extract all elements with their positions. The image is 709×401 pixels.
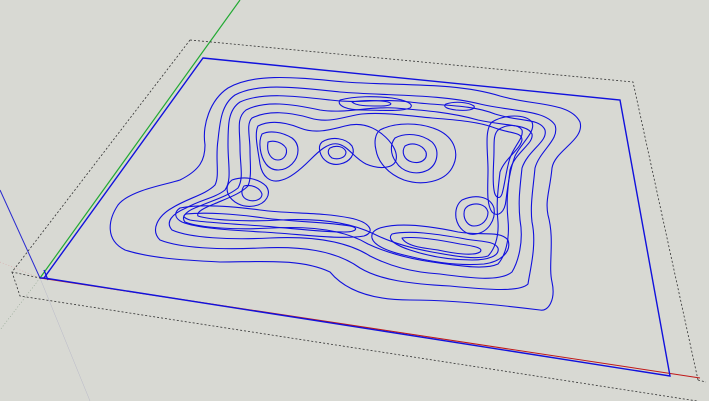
contour-line[interactable]: [259, 131, 299, 171]
contour-line[interactable]: [463, 203, 489, 227]
bbox-bottom-edge: [11, 271, 698, 401]
contour-line[interactable]: [182, 103, 533, 268]
blue-axis-guide: [39, 277, 91, 401]
contour-line[interactable]: [109, 76, 582, 311]
contour-line[interactable]: [183, 212, 357, 233]
contour-lines[interactable]: [109, 76, 582, 311]
contour-line[interactable]: [327, 145, 347, 160]
contour-line[interactable]: [226, 177, 269, 207]
bbox-right-corner: [697, 379, 707, 383]
model-viewport[interactable]: [0, 0, 709, 401]
contour-line[interactable]: [255, 121, 397, 182]
contour-line[interactable]: [241, 184, 263, 202]
scene-canvas[interactable]: [0, 0, 709, 401]
contour-line[interactable]: [318, 137, 354, 165]
axes: [0, 0, 701, 379]
contour-line[interactable]: [390, 133, 438, 174]
blue-axis: [0, 189, 41, 279]
terrain-base-plane[interactable]: [42, 57, 671, 377]
green-axis-guide: [0, 277, 41, 331]
contour-line[interactable]: [402, 143, 427, 164]
contour-line[interactable]: [168, 95, 546, 279]
bbox-top-edge: [189, 39, 699, 381]
contour-line[interactable]: [267, 140, 288, 161]
bbox-left-edge: [11, 39, 191, 279]
contour-line[interactable]: [155, 86, 557, 291]
contour-line[interactable]: [374, 123, 457, 184]
